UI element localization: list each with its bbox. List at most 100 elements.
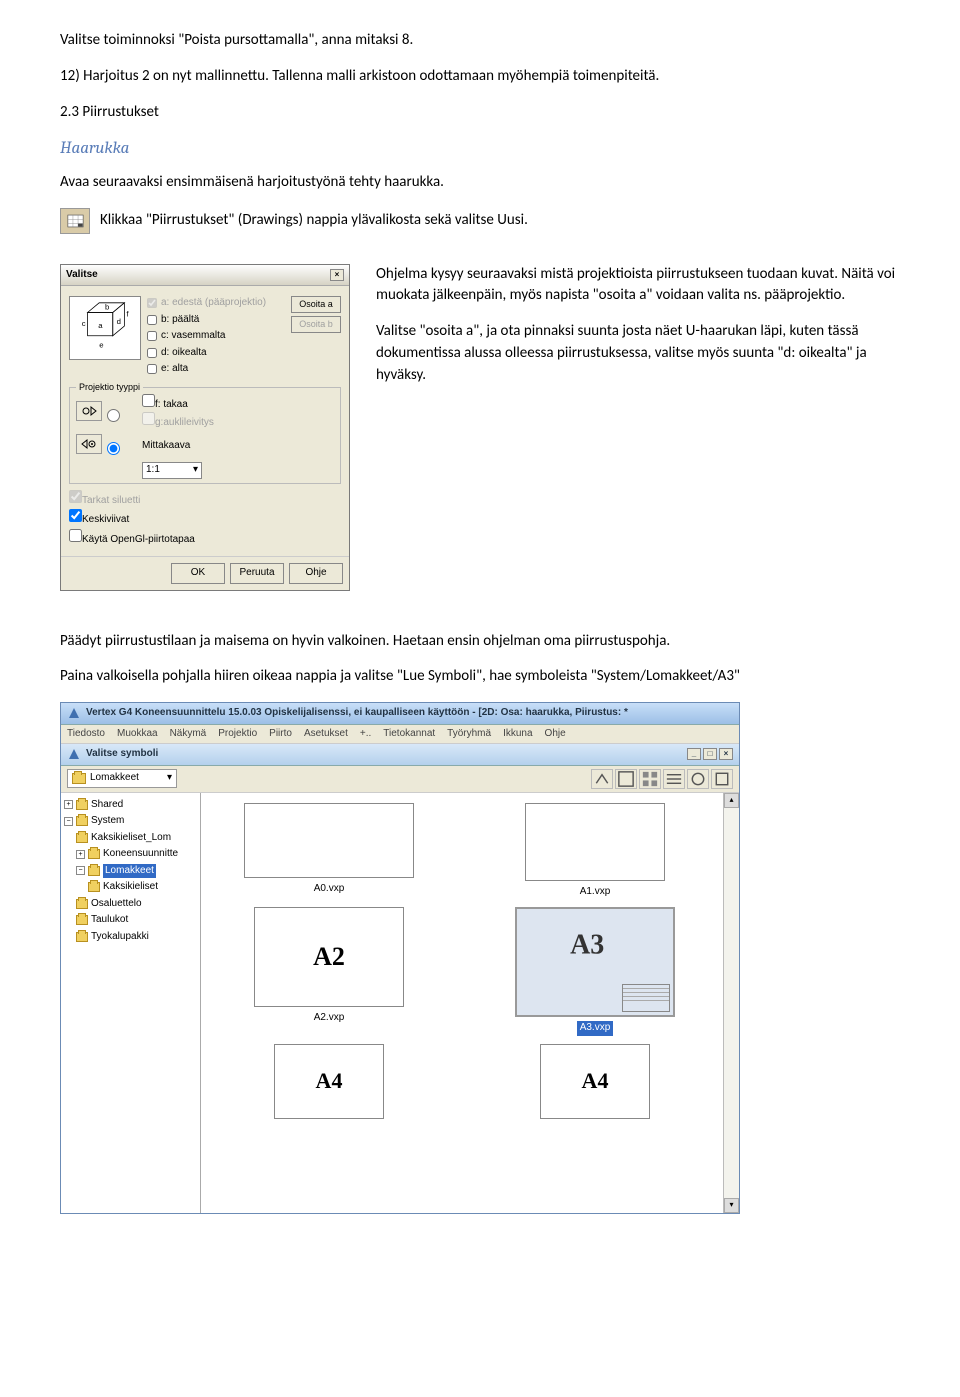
para-projections-explain: Ohjelma kysyy seuraavaksi mistä projekti… (376, 264, 900, 308)
dialog-title: Valitse (66, 268, 98, 283)
dialog-close-button[interactable]: × (330, 269, 344, 281)
check-tarkat[interactable] (69, 490, 82, 503)
toolbar-view-4[interactable] (687, 769, 709, 789)
folder-icon (88, 882, 100, 892)
symbol-toolbar: Lomakkeet ▾ (61, 766, 739, 793)
window-min-button[interactable]: _ (687, 748, 701, 760)
menu-muokkaa[interactable]: Muokkaa (117, 727, 158, 742)
tree-shared[interactable]: Shared (91, 798, 123, 813)
scale-value: 1:1 (146, 463, 160, 478)
tree-collapse-icon[interactable]: − (76, 866, 85, 875)
thumb-a4a-inner: A4 (316, 1065, 343, 1097)
proj-type-button-1[interactable] (76, 401, 102, 421)
dialog-icon (67, 747, 81, 761)
cancel-button[interactable]: Peruuta (230, 563, 284, 584)
ok-button[interactable]: OK (171, 563, 225, 584)
scroll-up-icon[interactable]: ▴ (724, 793, 739, 808)
check-c[interactable] (147, 331, 157, 341)
symbol-select-screenshot: Vertex G4 Koneensuunnittelu 15.0.03 Opis… (60, 702, 740, 1214)
tree-kaksi[interactable]: Kaksikieliset (103, 880, 158, 895)
tree-koneen[interactable]: Koneensuunnitte (103, 847, 178, 862)
check-d-label: d: oikealta (161, 346, 207, 361)
check-g[interactable] (142, 412, 155, 425)
menu-asetukset[interactable]: Asetukset (304, 727, 348, 742)
toolbar-view-3[interactable] (663, 769, 685, 789)
toolbar-view-1[interactable] (615, 769, 637, 789)
folder-icon (76, 833, 88, 843)
proj-type-radio-2[interactable] (107, 442, 120, 455)
thumb-a0[interactable]: A0.vxp (211, 803, 447, 900)
menu-plus[interactable]: +.. (360, 727, 371, 742)
svg-text:b: b (105, 303, 109, 312)
para-read-symbol: Paina valkoisella pohjalla hiiren oikeaa… (60, 666, 900, 688)
folder-icon (72, 773, 86, 784)
projection-cube-icon: a b d c e f (69, 296, 141, 360)
folder-icon (88, 849, 100, 859)
thumb-a2[interactable]: A2 A2.vxp (211, 907, 447, 1036)
tree-lomakkeet[interactable]: Lomakkeet (103, 864, 156, 879)
folder-dropdown[interactable]: Lomakkeet ▾ (67, 769, 177, 788)
check-d[interactable] (147, 348, 157, 358)
check-b[interactable] (147, 315, 157, 325)
osoita-a-button[interactable]: Osoita a (291, 296, 341, 313)
check-keski[interactable] (69, 509, 82, 522)
window-max-button[interactable]: □ (703, 748, 717, 760)
opengl-label: Käytä OpenGl-piirtotapaa (82, 534, 195, 545)
folder-icon (76, 800, 88, 810)
thumb-a3[interactable]: A3 A3.vxp (477, 907, 713, 1036)
menu-tyoryhma[interactable]: Työryhmä (447, 727, 491, 742)
folder-dropdown-value: Lomakkeet (90, 771, 139, 786)
check-f[interactable] (142, 394, 155, 407)
para-choose-osoita-a: Valitse "osoita a", ja ota pinnaksi suun… (376, 321, 900, 386)
check-opengl[interactable] (69, 529, 82, 542)
tree-system[interactable]: System (91, 814, 124, 829)
menu-projektio[interactable]: Projektio (218, 727, 257, 742)
folder-tree: + Shared − System Kaksikieliset_Lom + Konee… (61, 793, 201, 1213)
toolbar-up-button[interactable] (591, 769, 613, 789)
tree-kaksi-lom[interactable]: Kaksikieliset_Lom (91, 831, 171, 846)
drawings-icon (60, 208, 90, 234)
thumb-a1[interactable]: A1.vxp (477, 803, 713, 900)
toolbar-view-2[interactable] (639, 769, 661, 789)
proj-type-button-2[interactable] (76, 434, 102, 454)
thumb-a2-inner: A2 (313, 938, 345, 976)
symbol-dialog-title: Valitse symboli (86, 747, 158, 762)
scale-dropdown[interactable]: 1:1▾ (142, 462, 202, 479)
help-button[interactable]: Ohje (289, 563, 343, 584)
menu-ikkuna[interactable]: Ikkuna (503, 727, 532, 742)
app-title-text: Vertex G4 Koneensuunnittelu 15.0.03 Opis… (86, 706, 628, 721)
window-close-button[interactable]: × (719, 748, 733, 760)
tree-expand-icon[interactable]: + (64, 800, 73, 809)
thumbnail-scrollbar[interactable]: ▴ ▾ (723, 793, 739, 1213)
thumb-a4a[interactable]: A4 (211, 1044, 447, 1119)
toolbar-view-5[interactable] (711, 769, 733, 789)
scroll-down-icon[interactable]: ▾ (724, 1198, 739, 1213)
check-a[interactable] (147, 298, 157, 308)
tree-expand-icon[interactable]: + (76, 850, 85, 859)
drawings-icon-row: Klikkaa "Piirrustukset" (Drawings) nappi… (60, 208, 900, 234)
thumb-a4b[interactable]: A4 (477, 1044, 713, 1119)
menu-nakyma[interactable]: Näkymä (170, 727, 207, 742)
mittakaava-label: Mittakaava (142, 439, 190, 454)
tree-taulukot[interactable]: Taulukot (91, 913, 128, 928)
check-c-label: c: vasemmalta (161, 329, 225, 344)
menu-piirto[interactable]: Piirto (269, 727, 292, 742)
tree-collapse-icon[interactable]: − (64, 817, 73, 826)
menu-ohje[interactable]: Ohje (545, 727, 566, 742)
symbol-dialog-titlebar: Valitse symboli _ □ × (61, 744, 739, 766)
folder-icon (76, 816, 88, 826)
folder-icon (76, 915, 88, 925)
tree-osaluettelo[interactable]: Osaluettelo (91, 897, 142, 912)
menu-tietokannat[interactable]: Tietokannat (383, 727, 435, 742)
check-e[interactable] (147, 364, 157, 374)
tree-tyokalu[interactable]: Tyokalupakki (91, 930, 149, 945)
svg-text:d: d (117, 317, 121, 326)
proj-type-radio-1[interactable] (107, 409, 120, 422)
para-open-haarukka: Avaa seuraavaksi ensimmäisenä harjoitust… (60, 172, 900, 194)
thumbnail-pane: A0.vxp A1.vxp A2 A2.vxp A3 A3.vxp (201, 793, 723, 1213)
heading-haarukka: Haarukka (60, 137, 900, 162)
thumb-a3-label: A3.vxp (577, 1021, 614, 1036)
menu-tiedosto[interactable]: Tiedosto (67, 727, 105, 742)
para-remove-extrude: Valitse toiminnoksi "Poista pursottamall… (60, 30, 900, 52)
osoita-b-button[interactable]: Osoita b (291, 316, 341, 333)
